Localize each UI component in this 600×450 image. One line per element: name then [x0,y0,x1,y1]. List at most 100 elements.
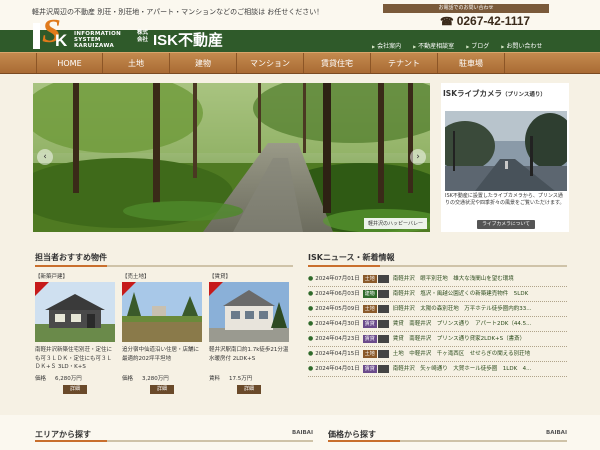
live-camera-image[interactable] [445,111,567,191]
property-photo[interactable] [35,282,115,342]
hero-slideshow[interactable]: ‹ › 軽井沢のハッピーバレー [33,83,430,232]
price-value: 17.5万円 [229,376,253,382]
nav-item-rental[interactable]: 賃貸住宅 [304,53,371,73]
news-category-badge: 賃貸 [362,335,377,343]
isk-logo-mark[interactable]: S K [33,15,69,53]
property-description: 南軽井沢新築住宅別荘・定住にも可３ＬＤＫ・定住にも可３ＬＤＫ+Ｓ 3LD・K+S [35,347,113,370]
property-photo[interactable] [209,282,289,342]
nav-item-land[interactable]: 土地 [103,53,170,73]
live-camera-title: ISKライブカメラ（プリンス通り） [443,88,546,99]
property-detail-button[interactable]: 詳細 [63,385,87,394]
news-headline[interactable]: 南軽井沢 矢ヶ崎通り 大賀ホール徒歩圏 1LDK 4... [393,362,532,376]
property-card[interactable]: 【新築戸建】 南軽井沢新築住宅別荘・定住にも可３ＬＤＫ・定住にも可３ＬＤＫ+Ｓ … [35,272,115,394]
news-item[interactable]: ● 2024年06月03日 建物 南軽井沢 塩沢・風越公園近くの新築建売物件 5LDK [308,287,567,302]
phone-number-text: 0267-42-1117 [456,14,531,28]
site-tagline: 軽井沢周辺の不動産 別荘・別荘地・アパート・マンションなどのご相談は お任せくだ… [32,8,324,16]
property-tag: 【賃貸】 [209,274,232,280]
logo-i-bar [33,23,40,49]
nav-item-tenant[interactable]: テナント [371,53,438,73]
news-item[interactable]: ● 2024年04月15日 土地 土地 中軽井沢 千ヶ滝西区 せせらぎの聞える別荘地 [308,347,567,362]
property-photo[interactable] [122,282,202,342]
news-date: 2024年04月15日 [315,351,360,357]
logo-k: K [55,31,68,50]
news-headline[interactable]: 賃貸 南軽井沢 プリンス通り貸家2LDK+S（書斎） [393,332,525,346]
news-headline[interactable]: 土地 中軽井沢 千ヶ滝西区 せせらぎの聞える別荘地 [393,347,530,361]
property-new-ribbon [122,282,136,296]
news-category-badge: 土地 [362,350,377,358]
news-bullet-icon: ● [308,335,314,342]
property-tag: 【売土地】 [122,274,150,280]
hero-next-button[interactable]: › [410,149,426,165]
search-area-brand: BAIBAI [292,430,313,436]
news-date: 2024年04月30日 [315,321,360,327]
property-price: 賃料 17.5万円 [209,374,289,382]
nav-item-mansion[interactable]: マンション [237,53,304,73]
property-card[interactable]: 【賃貸】 軽井沢駅南口約1.7k徒歩21分温水暖房付 2LDK+S 賃料 17.5… [209,272,289,394]
util-link-consult[interactable]: 不動産相談室 [413,41,454,50]
news-item[interactable]: ● 2024年07月01日 土地 南軽井沢 眼平別荘地 雄大な浅間山を望む環境 [308,272,567,287]
news-new-badge [377,365,389,373]
section-underline [308,265,567,267]
news-new-badge [377,305,389,313]
news-bullet-icon: ● [308,305,314,312]
live-camera-panel: ISKライブカメラ（プリンス通り） ISK不動産に設置したライブカメラから、プリ… [441,83,569,232]
search-by-price: 価格から探す BAIBAI [326,427,569,450]
utility-nav: 会社案内 不動産相談室 ブログ お問い合わせ [372,41,542,50]
logo-subtitle: INFORMATION SYSTEM KARUIZAWA [74,31,121,49]
section-underline [328,440,567,442]
nav-item-building[interactable]: 建物 [170,53,237,73]
search-by-area: エリアから探す BAIBAI [33,427,315,450]
news-title: ISKニュース・新着情報 [308,253,395,262]
util-link-contact[interactable]: お問い合わせ [501,41,542,50]
property-description: 軽井沢駅南口約1.7k徒歩21分温水暖房付 2LDK+S [209,347,289,362]
section-underline [35,265,293,267]
news-new-badge [377,275,389,283]
news-date: 2024年04月23日 [315,336,360,342]
property-tag: 【新築戸建】 [35,274,69,280]
news-item[interactable]: ● 2024年04月30日 賃貸 賃貸 南軽井沢 プリンス通り アパート2DK（44.… [308,317,567,332]
news-headline[interactable]: 南軽井沢 塩沢・風越公園近くの新築建売物件 5LDK [393,287,528,301]
news-headline[interactable]: 南軽井沢 眼平別荘地 雄大な浅間山を望む環境 [393,272,514,286]
logo-sub-line: KARUIZAWA [74,43,115,49]
search-price-brand: BAIBAI [546,430,567,436]
util-link-company[interactable]: 会社案内 [372,41,401,50]
property-card[interactable]: 【売土地】 追分宿中仙道沿い住居・店舗に最適約202坪平坦地 価格 3,280万円… [122,272,202,394]
news-bullet-icon: ● [308,275,314,282]
news-category-badge: 賃貸 [362,365,377,373]
recommend-title: 担当者おすすめ物件 [35,253,107,262]
news-category-badge: 土地 [362,305,377,313]
news-list: ● 2024年07月01日 土地 南軽井沢 眼平別荘地 雄大な浅間山を望む環境 ● 202… [308,272,567,377]
price-value: 6,280万円 [55,376,82,382]
news-headline[interactable]: 賃貸 南軽井沢 プリンス通り アパート2DK（44.5... [393,317,532,331]
property-detail-button[interactable]: 詳細 [150,385,174,394]
price-label: 価格 [122,376,134,382]
news-headline[interactable]: 旧軽井沢 太陽の森別荘地 万平ホテル徒歩圏内約33... [393,302,532,316]
phone-icon: ☎ [440,16,454,28]
phone-number[interactable]: ☎ 0267-42-1117 [440,14,530,28]
news-new-badge [377,290,389,298]
news-item[interactable]: ● 2024年04月01日 賃貸 南軽井沢 矢ヶ崎通り 大賀ホール徒歩圏 1LDK 4… [308,362,567,377]
hero-prev-button[interactable]: ‹ [37,149,53,165]
nav-item-home[interactable]: HOME [36,53,103,73]
company-name[interactable]: ISK不動産 [153,29,223,50]
section-underline [35,440,313,442]
property-price: 価格 3,280万円 [122,374,202,382]
nav-item-parking[interactable]: 駐車場 [438,53,505,73]
property-detail-button[interactable]: 詳細 [237,385,261,394]
news-item[interactable]: ● 2024年05月09日 土地 旧軽井沢 太陽の森別荘地 万平ホテル徒歩圏内約33.… [308,302,567,317]
logo-corp-type: 株式会社 [137,30,149,43]
search-price-title: 価格から探す [328,430,376,439]
live-camera-description: ISK不動産に設置したライブカメラから、プリンス通りの交通状況や四季折々の風景を… [445,193,565,206]
search-area-title: エリアから探す [35,430,91,439]
price-label: 賃料 [209,376,221,382]
live-camera-title-text: ISKライブカメラ [443,89,503,98]
live-camera-about-button[interactable]: ライブカメラについて [477,220,535,229]
news-bullet-icon: ● [308,350,314,357]
news-bullet-icon: ● [308,320,314,327]
news-item[interactable]: ● 2024年04月23日 賃貸 賃貸 南軽井沢 プリンス通り貸家2LDK+S（書斎） [308,332,567,347]
news-new-badge [377,350,389,358]
util-link-blog[interactable]: ブログ [466,41,489,50]
property-new-ribbon [209,282,223,296]
news-bullet-icon: ● [308,365,314,372]
news-category-badge: 建物 [362,290,377,298]
